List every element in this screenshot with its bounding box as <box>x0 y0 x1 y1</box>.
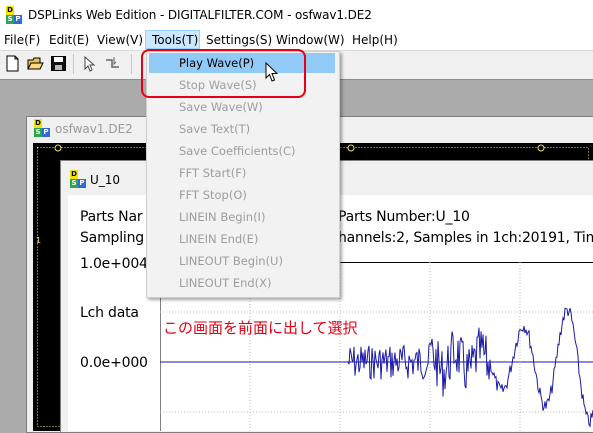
menu-edit[interactable]: Edit(E) <box>49 33 89 47</box>
y-axis-zero-label: 0.0e+000 <box>80 355 148 371</box>
window-title: DSPLinks Web Edition - DIGITALFILTER.COM… <box>28 8 372 22</box>
channels-samples-label: hannels:2, Samples in 1ch:20191, Tim <box>338 230 593 246</box>
select-arrow-icon[interactable] <box>81 55 98 72</box>
icon-letter-s: S <box>34 128 42 137</box>
menu-file[interactable]: File(F) <box>4 33 40 47</box>
annotation-highlight-box <box>141 49 306 98</box>
icon-letter-d: D <box>34 119 42 128</box>
menu-tools[interactable]: Tools(T) <box>152 33 198 47</box>
series-label-lch: Lch data <box>80 305 139 321</box>
diagram-port-label: 1 <box>36 236 42 245</box>
menu-item-linein-end[interactable]: LINEIN End(E) <box>179 232 258 246</box>
menu-item-save-coefficients[interactable]: Save Coefficients(C) <box>179 144 296 158</box>
toolbar-separator-2 <box>131 54 132 74</box>
annotation-text: この画面を前面に出して選択 <box>163 319 358 337</box>
child-window-title: osfwav1.DE2 <box>55 122 133 136</box>
save-icon[interactable] <box>50 55 67 72</box>
menu-settings[interactable]: Settings(S) <box>206 33 272 47</box>
icon-letter-d: D <box>70 170 78 179</box>
menu-window[interactable]: Window(W) <box>276 33 345 47</box>
app-icon: D S P <box>6 6 22 24</box>
icon-letter-s: S <box>6 15 14 24</box>
menu-item-save-text[interactable]: Save Text(T) <box>179 122 250 136</box>
child-window-icon: D S P <box>70 170 86 188</box>
open-folder-icon[interactable] <box>27 55 44 72</box>
menu-item-save-wave[interactable]: Save Wave(W) <box>179 100 263 114</box>
menu-item-lineout-begin[interactable]: LINEOUT Begin(U) <box>179 254 283 268</box>
menu-item-linein-begin[interactable]: LINEIN Begin(I) <box>179 210 265 224</box>
sampling-label: Sampling <box>80 230 144 246</box>
icon-letter-d: D <box>6 6 14 15</box>
new-file-icon[interactable] <box>4 55 21 72</box>
child-window-title: U_10 <box>90 173 121 187</box>
menu-help[interactable]: Help(H) <box>352 33 398 47</box>
menu-item-fft-stop[interactable]: FFT Stop(O) <box>179 188 247 202</box>
parts-number-label: Parts Number:U_10 <box>338 209 470 225</box>
menu-item-fft-start[interactable]: FFT Start(F) <box>179 166 246 180</box>
child-window-icon: D S P <box>34 119 50 137</box>
menu-view[interactable]: View(V) <box>97 33 143 47</box>
icon-letter-p: P <box>42 128 50 137</box>
menu-item-lineout-end[interactable]: LINEOUT End(X) <box>179 276 272 290</box>
y-axis-max-label: 1.0e+004 <box>80 256 148 272</box>
icon-letter-s: S <box>70 179 78 188</box>
wire-tool-icon[interactable] <box>104 55 121 72</box>
parts-name-label: Parts Nar <box>80 209 143 225</box>
icon-letter-p: P <box>78 179 86 188</box>
toolbar-separator <box>73 54 74 74</box>
icon-letter-p: P <box>14 15 22 24</box>
